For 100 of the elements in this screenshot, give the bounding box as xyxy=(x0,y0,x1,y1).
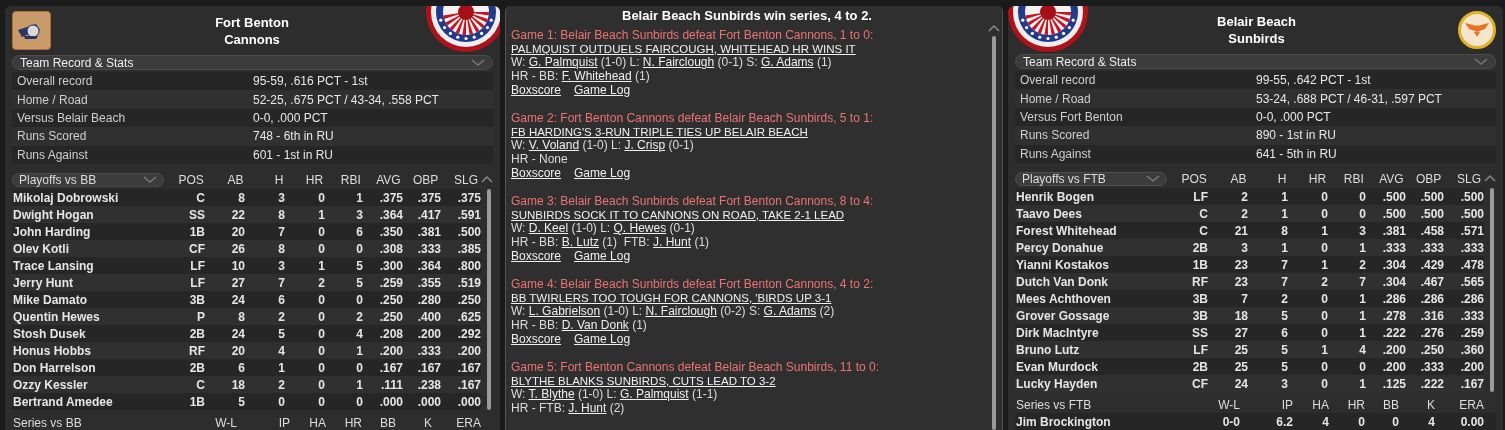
game-link[interactable]: Game Log xyxy=(574,84,631,98)
player-link[interactable]: L. Gabrielson xyxy=(528,304,601,319)
table-cell-text: .500 xyxy=(1381,188,1406,206)
table-cell-text: .316 xyxy=(1419,307,1444,325)
column-header: OBP xyxy=(412,171,439,189)
player-link[interactable]: Q. Hewes xyxy=(613,221,667,236)
player-name: Honus Hobbs xyxy=(12,342,92,360)
table-cell-text: .364 xyxy=(416,257,441,275)
section-dropdown[interactable]: Team Record & Stats xyxy=(1015,54,1496,70)
table-cell-text: .429 xyxy=(1419,256,1444,274)
table-cell-text: 3 xyxy=(1280,375,1288,393)
table-cell-text: 23 xyxy=(1233,256,1248,274)
stat-label: Versus Belair Beach xyxy=(16,110,127,127)
scrollbar-thumb[interactable] xyxy=(487,189,491,410)
game-link[interactable]: Game Log xyxy=(574,167,631,181)
player-link[interactable]: J. Hunt xyxy=(653,235,692,250)
table-cell-text: C xyxy=(1198,222,1208,240)
game-detail: HR - FTB: J. Hunt (2) xyxy=(511,402,626,416)
player-link[interactable]: G. Adams xyxy=(763,304,817,319)
player-name: Dutch Van Donk xyxy=(1015,273,1109,291)
headline-link[interactable]: BLYTHE BLANKS SUNBIRDS, CUTS LEAD TO 3-2 xyxy=(511,374,776,387)
table-cell-text: 0 xyxy=(317,223,325,241)
table-cell-text: .500 xyxy=(1419,205,1444,223)
headline-link[interactable]: BB TWIRLERS TOO TOUGH FOR CANNONS, 'BIRDS UP 3-1 xyxy=(511,291,832,304)
player-name: Quentin Hewes xyxy=(12,308,101,326)
table-cell-text: 2 xyxy=(1320,273,1328,291)
player-name: Stosh Dusek xyxy=(12,325,87,343)
player-link[interactable]: J. Crisp xyxy=(624,138,666,153)
table-cell-text: 1 xyxy=(1320,341,1328,359)
player-name: Percy Donahue xyxy=(1015,239,1105,257)
stat-value: 0-0, .000 PCT xyxy=(1256,109,1331,126)
scroll-up-icon xyxy=(988,25,1000,32)
table-cell-text: 0 xyxy=(1320,290,1328,308)
table-cell-text: .565 xyxy=(1459,273,1484,291)
chevron-down-icon xyxy=(471,58,485,67)
player-link[interactable]: N. Fairclough xyxy=(645,304,717,319)
table-cell-text: 8 xyxy=(237,308,245,326)
headline-link[interactable]: PALMQUIST OUTDUELS FAIRCOUGH, WHITEHEAD HR WINS IT xyxy=(511,42,856,55)
table-cell-text: .591 xyxy=(456,206,481,224)
table-cell-text: .222 xyxy=(1419,375,1444,393)
table-cell-text: 1B xyxy=(188,223,205,241)
headline-link[interactable]: FB HARDING'S 3-RUN TRIPLE TIES UP BELAIR BEACH xyxy=(511,125,808,138)
table-cell-text: 0 xyxy=(317,189,325,207)
player-link[interactable]: D. Keel xyxy=(528,221,569,236)
table-cell-text: 6 xyxy=(355,223,363,241)
table-cell-text: .111 xyxy=(379,376,403,394)
table-cell-text: 3B xyxy=(188,291,205,309)
column-header: HR xyxy=(1346,396,1365,414)
player-link[interactable]: V. Voland xyxy=(528,138,580,153)
scrollbar-thumb[interactable] xyxy=(992,36,996,430)
player-link[interactable]: N. Fairclough xyxy=(642,55,715,70)
player-link[interactable]: B. Lutz xyxy=(561,235,600,250)
player-link[interactable]: G. Palmquist xyxy=(619,387,689,402)
player-name: Dirk MacIntyre xyxy=(1015,324,1100,342)
bird-icon xyxy=(1464,22,1490,38)
section-dropdown[interactable]: Team Record & Stats xyxy=(12,55,493,71)
table-cell-text: 0 xyxy=(1320,324,1328,342)
table-cell-text: 1 xyxy=(1280,239,1288,257)
stat-value: 95-59, .616 PCT - 1st xyxy=(253,73,368,91)
table-cell-text: .259 xyxy=(1459,324,1484,342)
filter-dropdown[interactable]: Playoffs vs BB xyxy=(12,172,165,187)
game-link[interactable]: Boxscore xyxy=(511,333,562,347)
table-cell-text: 1 xyxy=(355,189,363,207)
player-link[interactable]: G. Adams xyxy=(760,55,814,70)
game-detail: W: V. Voland (1-0) L: J. Crisp (0-1) xyxy=(511,139,695,154)
table-cell-text: 0 xyxy=(355,291,363,309)
game-link[interactable]: Boxscore xyxy=(511,84,562,98)
table-cell-text: 20 xyxy=(230,342,245,360)
table-cell-text: 6 xyxy=(277,291,285,309)
column-header: H xyxy=(1276,170,1287,188)
game-detail: HR - BB: B. Lutz (1) FTB: J. Hunt (1) xyxy=(511,236,711,251)
game-link[interactable]: Boxscore xyxy=(511,167,562,181)
player-name: John Harding xyxy=(12,223,92,241)
table-cell-text: 2 xyxy=(1240,205,1248,223)
table-cell-text: .385 xyxy=(456,240,481,258)
table-cell-text: .286 xyxy=(1419,290,1444,308)
player-link[interactable]: F. Whitehead xyxy=(561,69,632,84)
game-link[interactable]: Boxscore xyxy=(511,250,562,264)
player-link[interactable]: G. Palmquist xyxy=(528,55,598,70)
headline-link[interactable]: SUNBIRDS SOCK IT TO CANNONS ON ROAD, TAKE 2-1 LEAD xyxy=(511,208,845,221)
table-cell-text: 3 xyxy=(1240,239,1248,257)
player-link[interactable]: J. Hunt xyxy=(568,401,607,416)
player-link[interactable]: D. Van Donk xyxy=(561,318,629,333)
player-link[interactable]: T. Blythe xyxy=(528,387,575,402)
game-link[interactable]: Game Log xyxy=(574,333,631,347)
table-cell-text: .200 xyxy=(416,325,441,343)
player-name: Don Harrelson xyxy=(12,359,97,377)
table-cell-text: 0 xyxy=(355,393,363,411)
table-cell-text: 5 xyxy=(355,274,363,292)
team-name: Cannons xyxy=(224,30,280,48)
table-cell-text: 0-0 xyxy=(1221,413,1240,430)
table-cell-text: .375 xyxy=(456,189,481,207)
table-cell-text: 0 xyxy=(1358,358,1366,376)
table-cell-text: .360 xyxy=(1459,341,1484,359)
scrollbar-thumb[interactable] xyxy=(1490,188,1494,392)
game-link[interactable]: Game Log xyxy=(574,250,631,264)
table-cell-text: LF xyxy=(189,257,205,275)
team-name: Fort Benton xyxy=(215,13,289,31)
table-cell-text: 7 xyxy=(1280,256,1288,274)
filter-dropdown[interactable]: Playoffs vs FTB xyxy=(1015,171,1168,186)
